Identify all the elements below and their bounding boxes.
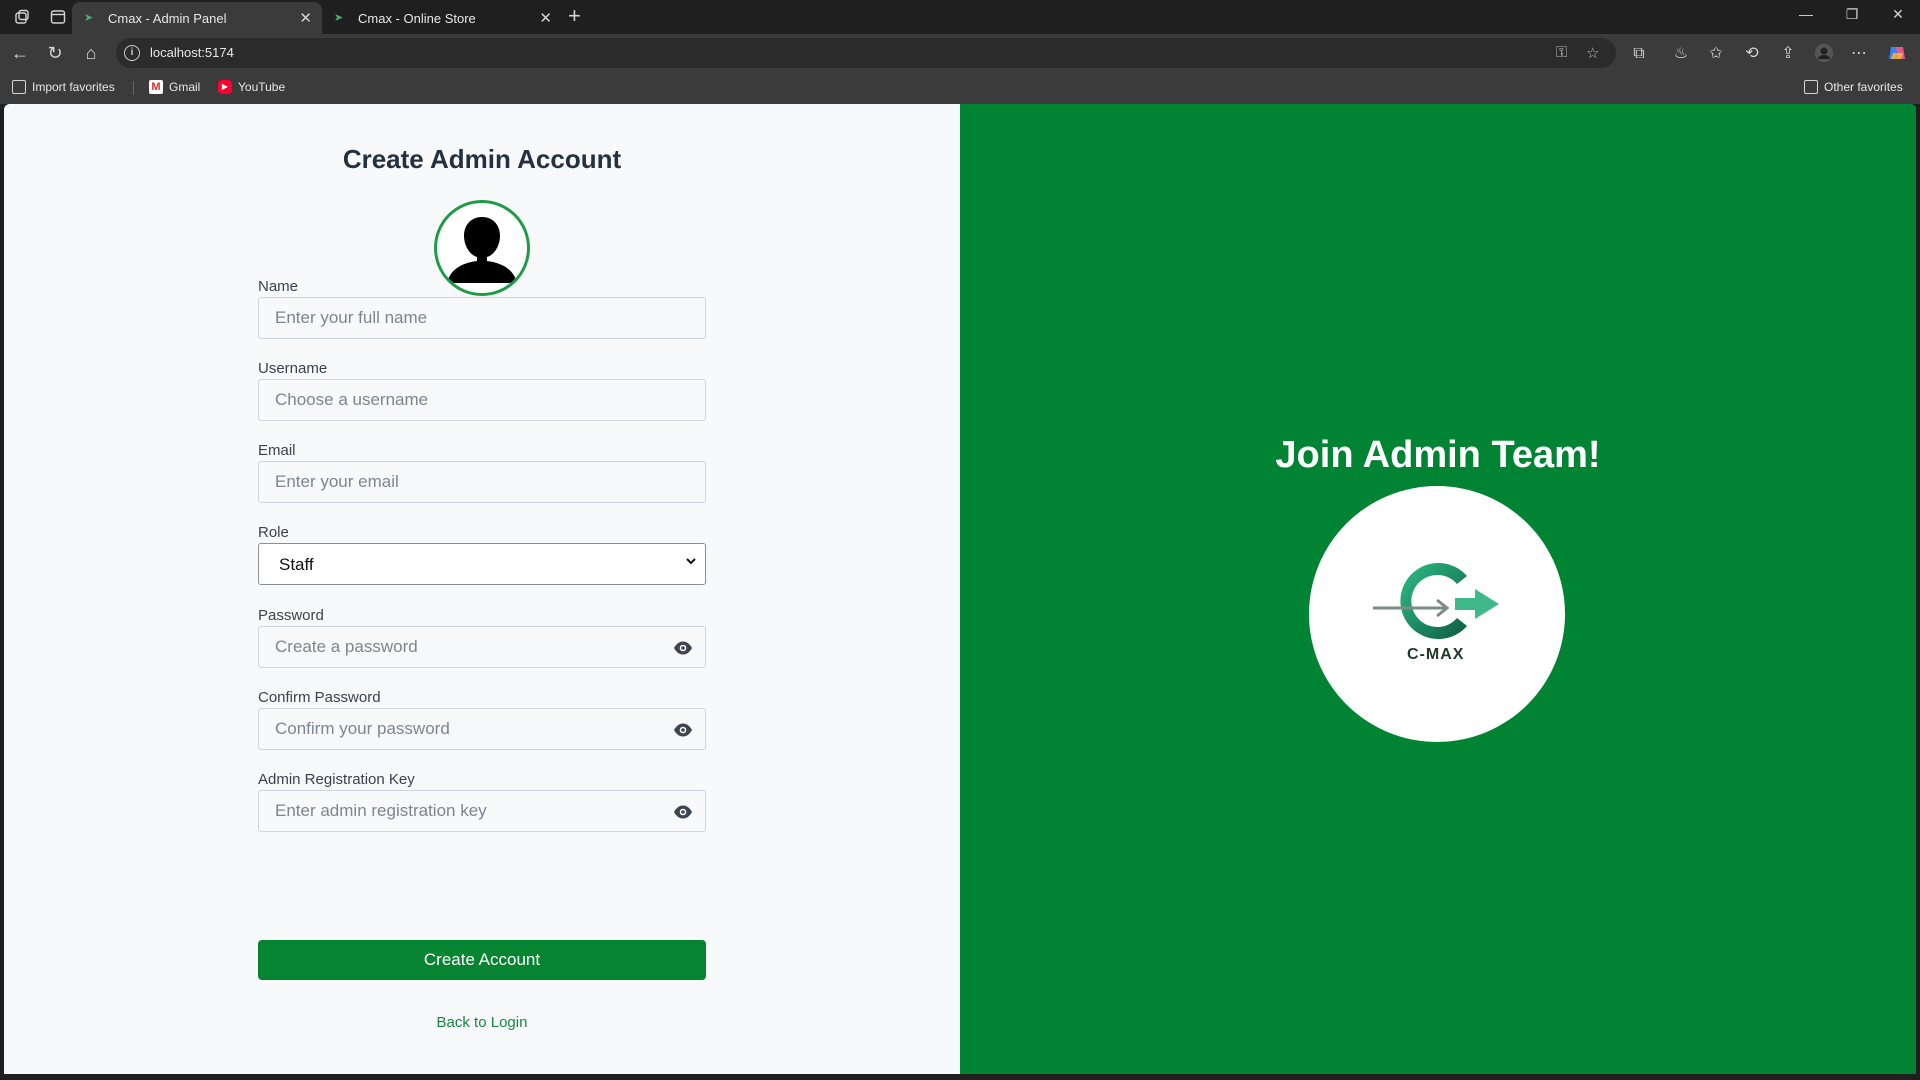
- bookmark-import-favorites[interactable]: Import favorites: [12, 80, 115, 94]
- page-title: Create Admin Account: [342, 144, 622, 174]
- profile-avatar[interactable]: [1813, 43, 1835, 65]
- bookmark-label: Other favorites: [1824, 80, 1903, 94]
- confirm-password-field: [258, 708, 706, 750]
- confirm-password-label: Confirm Password: [258, 689, 381, 706]
- browser-tab-bar: ➤ Cmax - Admin Panel ✕ ➤ Cmax - Online S…: [0, 0, 1920, 34]
- cmax-favicon-icon: ➤: [84, 12, 94, 24]
- cmax-favicon-icon: ➤: [334, 12, 344, 24]
- bookmark-label: YouTube: [238, 80, 286, 94]
- chevron-down-icon: [685, 555, 697, 570]
- admin-key-label: Admin Registration Key: [258, 771, 415, 788]
- performance-icon[interactable]: ♨: [1670, 43, 1692, 65]
- email-label: Email: [258, 442, 296, 459]
- gmail-icon: M: [149, 80, 163, 94]
- admin-key-field: [258, 790, 706, 832]
- bookmark-divider: [133, 81, 134, 95]
- admin-key-input[interactable]: [259, 791, 705, 831]
- role-label: Role: [258, 524, 289, 541]
- password-label: Password: [258, 607, 324, 624]
- promo-heading: Join Admin Team!: [1275, 434, 1601, 476]
- browser-toolbar: ← ↻ ⌂ i localhost:5174 ⚿ ☆ ⧉ ♨ ✩ ⟲ ⇪ ⋯: [0, 34, 1920, 72]
- username-label: Username: [258, 360, 328, 377]
- extensions-icon[interactable]: ⧉: [1628, 43, 1650, 65]
- youtube-icon: ▶: [218, 80, 232, 94]
- create-account-button[interactable]: Create Account: [258, 940, 706, 980]
- favorite-star-icon[interactable]: ☆: [1586, 44, 1599, 62]
- back-icon[interactable]: ←: [10, 43, 30, 63]
- name-field: [258, 297, 706, 339]
- refresh-icon[interactable]: ↻: [45, 43, 65, 63]
- history-icon[interactable]: ⟲: [1741, 43, 1763, 65]
- bookmark-label: Gmail: [169, 80, 201, 94]
- logo-wordmark: C-MAX: [1407, 646, 1465, 663]
- minimize-icon[interactable]: —: [1786, 6, 1826, 22]
- name-label: Name: [258, 278, 299, 295]
- new-tab-icon[interactable]: +: [568, 4, 581, 28]
- eye-icon[interactable]: [673, 721, 693, 739]
- url-text: localhost:5174: [150, 45, 234, 60]
- cmax-logo-mark-icon: [1373, 563, 1499, 639]
- close-tab-icon[interactable]: ✕: [299, 9, 312, 27]
- close-tab-icon[interactable]: ✕: [539, 9, 552, 27]
- name-input[interactable]: [259, 298, 705, 338]
- vertical-tabs-icon[interactable]: [48, 7, 68, 27]
- share-icon[interactable]: ⇪: [1777, 43, 1799, 65]
- eye-icon[interactable]: [673, 639, 693, 657]
- address-bar[interactable]: i localhost:5174 ⚿ ☆: [116, 38, 1616, 68]
- confirm-password-input[interactable]: [259, 709, 705, 749]
- password-field: [258, 626, 706, 668]
- signup-panel: Create Admin Account Upload Photo Name U…: [4, 104, 960, 1074]
- tab-online-store[interactable]: ➤ Cmax - Online Store ✕: [322, 2, 562, 34]
- back-to-login-link[interactable]: Back to Login: [4, 1014, 960, 1031]
- tab-admin-panel[interactable]: ➤ Cmax - Admin Panel ✕: [72, 2, 322, 34]
- bookmarks-bar: Import favorites M Gmail ▶ YouTube Other…: [0, 72, 1920, 104]
- page-viewport: Create Admin Account Upload Photo Name U…: [4, 104, 1916, 1074]
- tab-title: Cmax - Online Store: [358, 10, 476, 26]
- email-input[interactable]: [259, 462, 705, 502]
- bookmark-label: Import favorites: [32, 80, 115, 94]
- more-menu-icon[interactable]: ⋯: [1848, 43, 1870, 65]
- role-selected-value: Staff: [279, 555, 314, 574]
- site-info-icon[interactable]: i: [124, 45, 140, 61]
- role-select[interactable]: Staff: [258, 543, 706, 585]
- folder-icon: [1804, 80, 1818, 94]
- user-silhouette-icon: [439, 205, 525, 291]
- username-input[interactable]: [259, 380, 705, 420]
- import-icon: [12, 80, 26, 94]
- password-input[interactable]: [259, 627, 705, 667]
- close-window-icon[interactable]: ✕: [1878, 6, 1918, 23]
- bookmark-other-favorites[interactable]: Other favorites: [1804, 80, 1903, 94]
- tab-title: Cmax - Admin Panel: [108, 10, 227, 26]
- eye-icon[interactable]: [673, 803, 693, 821]
- promo-panel: Join Admin Team! C-MAX: [960, 104, 1916, 1074]
- restore-icon[interactable]: ❐: [1832, 6, 1872, 23]
- email-field: [258, 461, 706, 503]
- avatar[interactable]: [434, 200, 530, 296]
- username-field: [258, 379, 706, 421]
- workspaces-icon[interactable]: [12, 7, 32, 27]
- home-icon[interactable]: ⌂: [81, 43, 101, 63]
- bookmark-youtube[interactable]: ▶ YouTube: [218, 80, 285, 94]
- key-icon[interactable]: ⚿: [1556, 44, 1567, 61]
- copilot-icon[interactable]: [1886, 43, 1908, 65]
- cmax-logo: C-MAX: [1309, 486, 1565, 742]
- favorites-icon[interactable]: ✩: [1705, 43, 1727, 65]
- bookmark-gmail[interactable]: M Gmail: [149, 80, 200, 94]
